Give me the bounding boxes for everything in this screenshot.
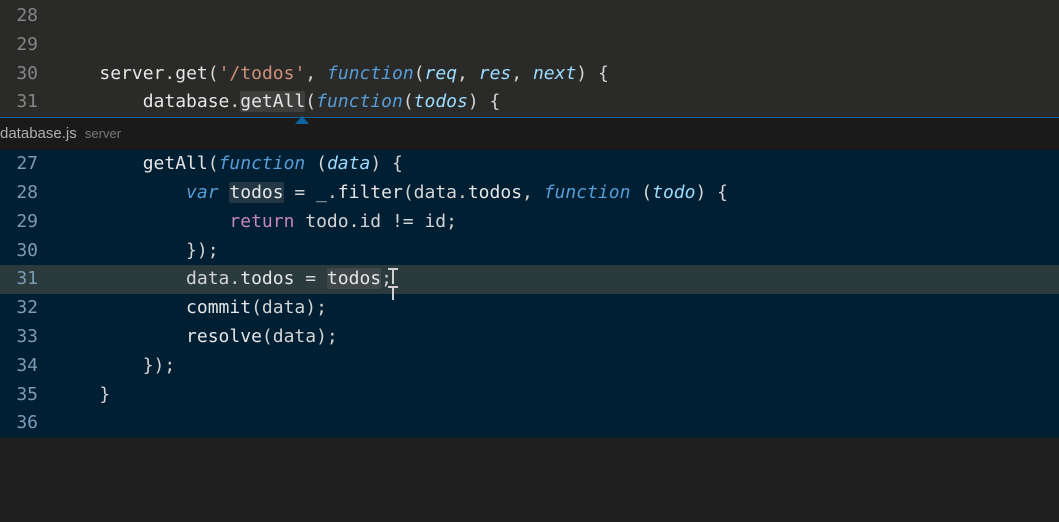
code-token: ) {: [370, 153, 403, 174]
code-token: function: [219, 153, 306, 174]
code-content[interactable]: }: [56, 381, 1059, 410]
code-line[interactable]: 28: [0, 2, 1059, 31]
code-token: (: [630, 182, 652, 203]
code-token: function: [316, 91, 403, 112]
code-token: data.: [186, 268, 240, 289]
line-number: 32: [0, 294, 56, 323]
code-token: .: [229, 91, 240, 112]
line-number: 31: [0, 265, 56, 294]
code-token: todos: [327, 268, 381, 289]
code-token: ,: [511, 63, 533, 84]
code-token: });: [143, 355, 176, 376]
code-token: (: [305, 153, 327, 174]
code-token: function: [544, 182, 631, 203]
code-line[interactable]: 29 return todo.id != id;: [0, 208, 1059, 237]
code-line[interactable]: 27 getAll(function (data) {: [0, 150, 1059, 179]
code-token: (: [208, 153, 219, 174]
line-number: 34: [0, 352, 56, 381]
code-token: todo: [652, 182, 695, 203]
code-line[interactable]: 32 commit(data);: [0, 294, 1059, 323]
code-token: resolve: [186, 326, 262, 347]
line-number: 28: [0, 2, 56, 31]
code-token: todos: [468, 182, 522, 203]
code-line[interactable]: 34 });: [0, 352, 1059, 381]
code-content[interactable]: database.getAll(function(todos) {: [56, 88, 1059, 117]
line-number: 29: [0, 208, 56, 237]
code-line[interactable]: 33 resolve(data);: [0, 323, 1059, 352]
peek-scope-label: server: [85, 126, 121, 141]
code-token: (data);: [251, 297, 327, 318]
code-token: server: [99, 63, 164, 84]
code-content[interactable]: getAll(function (data) {: [56, 150, 1059, 179]
code-token: (: [208, 63, 219, 84]
code-token: =: [294, 268, 327, 289]
code-content[interactable]: return todo.id != id;: [56, 208, 1059, 237]
code-token: todos: [229, 182, 283, 203]
code-token: });: [186, 240, 219, 261]
code-content[interactable]: server.get('/todos', function(req, res, …: [56, 60, 1059, 89]
code-token: (: [403, 91, 414, 112]
code-line[interactable]: 36: [0, 409, 1059, 438]
outer-editor[interactable]: 282930 server.get('/todos', function(req…: [0, 0, 1059, 117]
code-token: filter: [338, 182, 403, 203]
code-token: ,: [457, 63, 479, 84]
code-token: (: [305, 91, 316, 112]
code-token: function: [327, 63, 414, 84]
code-token: todos: [414, 91, 468, 112]
code-token: (: [414, 63, 425, 84]
line-number: 27: [0, 150, 56, 179]
code-content[interactable]: data.todos = todos;: [56, 265, 1059, 294]
code-token: '/todos': [219, 63, 306, 84]
code-content[interactable]: });: [56, 237, 1059, 266]
code-token: database: [143, 91, 230, 112]
code-line[interactable]: 30 });: [0, 237, 1059, 266]
code-token: .: [164, 63, 175, 84]
code-token: getAll: [143, 153, 208, 174]
code-token: ,: [522, 182, 544, 203]
code-token: todo.id != id;: [294, 211, 457, 232]
code-content[interactable]: });: [56, 352, 1059, 381]
code-token: (data.: [403, 182, 468, 203]
text-cursor-icon: [388, 266, 398, 288]
line-number: 30: [0, 237, 56, 266]
code-line[interactable]: 30 server.get('/todos', function(req, re…: [0, 60, 1059, 89]
code-token: commit: [186, 297, 251, 318]
code-token: get: [175, 63, 208, 84]
code-line[interactable]: 28 var todos = _.filter(data.todos, func…: [0, 179, 1059, 208]
code-content[interactable]: var todos = _.filter(data.todos, functio…: [56, 179, 1059, 208]
code-content[interactable]: resolve(data);: [56, 323, 1059, 352]
line-number: 28: [0, 179, 56, 208]
code-token: next: [533, 63, 576, 84]
code-token: ,: [305, 63, 327, 84]
code-token: req: [425, 63, 458, 84]
code-token: [219, 182, 230, 203]
code-token: }: [99, 384, 110, 405]
code-token: ) {: [468, 91, 501, 112]
line-number: 36: [0, 409, 56, 438]
code-token: todos: [240, 268, 294, 289]
code-line[interactable]: 31 data.todos = todos;: [0, 265, 1059, 294]
line-number: 31: [0, 88, 56, 117]
line-number: 35: [0, 381, 56, 410]
line-number: 30: [0, 60, 56, 89]
code-content[interactable]: commit(data);: [56, 294, 1059, 323]
code-token: = _.: [284, 182, 338, 203]
code-token: var: [186, 182, 219, 203]
code-line[interactable]: 35 }: [0, 381, 1059, 410]
code-token: getAll: [240, 91, 305, 112]
code-token: data: [327, 153, 370, 174]
code-line[interactable]: 31 database.getAll(function(todos) {: [0, 88, 1059, 117]
code-token: (data);: [262, 326, 338, 347]
line-number: 33: [0, 323, 56, 352]
code-token: ) {: [576, 63, 609, 84]
peek-definition-editor[interactable]: 27 getAll(function (data) {28 var todos …: [0, 150, 1059, 438]
line-number: 29: [0, 31, 56, 60]
code-token: res: [479, 63, 512, 84]
peek-definition-header[interactable]: database.js server: [0, 117, 1059, 150]
code-token: ) {: [695, 182, 728, 203]
code-line[interactable]: 29: [0, 31, 1059, 60]
code-token: return: [229, 211, 294, 232]
peek-file-name: database.js: [0, 125, 77, 142]
